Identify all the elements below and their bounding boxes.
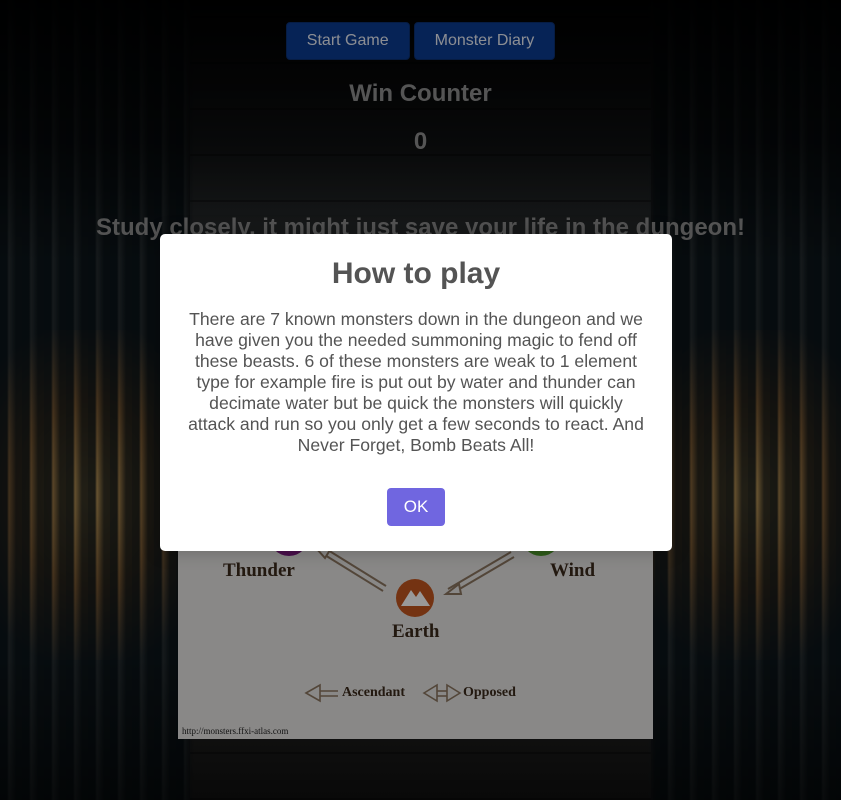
how-to-play-dialog: How to play There are 7 known monsters d… [160,234,672,551]
dialog-title: How to play [331,257,501,290]
dialog-body-text: There are 7 known monsters down in the d… [188,309,644,455]
ok-button[interactable]: OK [387,488,445,526]
